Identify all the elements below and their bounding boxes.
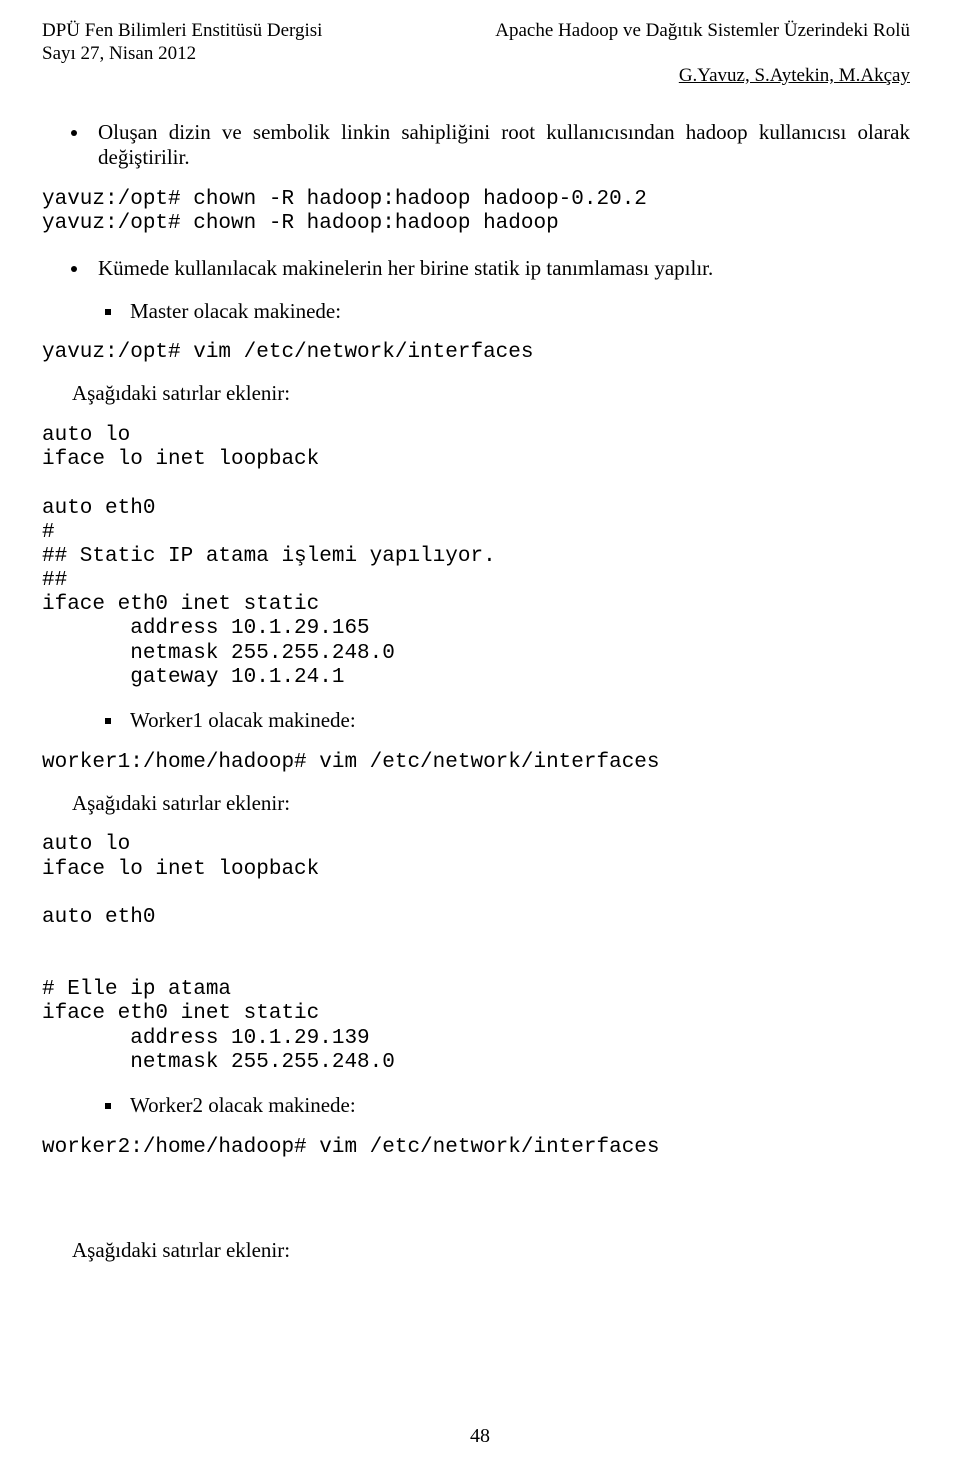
lines-added-label: Aşağıdaki satırlar eklenir: bbox=[72, 791, 910, 816]
header-right-line1: Apache Hadoop ve Dağıtık Sistemler Üzeri… bbox=[495, 20, 910, 43]
code-chown: yavuz:/opt# chown -R hadoop:hadoop hadoo… bbox=[42, 188, 910, 236]
code-master-cmd: yavuz:/opt# vim /etc/network/interfaces bbox=[42, 341, 910, 365]
header-left-line1: DPÜ Fen Bilimleri Enstitüsü Dergisi bbox=[42, 20, 322, 43]
code-worker1-block: auto lo iface lo inet loopback auto eth0… bbox=[42, 833, 910, 1074]
lines-added-label: Aşağıdaki satırlar eklenir: bbox=[72, 1238, 910, 1263]
header-right-line2: G.Yavuz, S.Aytekin, M.Akçay bbox=[679, 65, 910, 88]
code-worker2-cmd: worker2:/home/hadoop# vim /etc/network/i… bbox=[42, 1136, 910, 1160]
square-item-worker1: Worker1 olacak makinede: bbox=[124, 708, 910, 733]
lines-added-label: Aşağıdaki satırlar eklenir: bbox=[72, 381, 910, 406]
page-number: 48 bbox=[0, 1425, 960, 1448]
code-master-block: auto lo iface lo inet loopback auto eth0… bbox=[42, 424, 910, 690]
code-worker1-cmd: worker1:/home/hadoop# vim /etc/network/i… bbox=[42, 751, 910, 775]
page-body: Oluşan dizin ve sembolik linkin sahipliğ… bbox=[42, 100, 910, 1414]
bullet-item: Oluşan dizin ve sembolik linkin sahipliğ… bbox=[90, 120, 910, 170]
header-left-line2: Sayı 27, Nisan 2012 bbox=[42, 43, 196, 66]
square-item-master: Master olacak makinede: bbox=[124, 299, 910, 324]
bullet-item: Kümede kullanılacak makinelerin her biri… bbox=[90, 256, 910, 281]
square-item-worker2: Worker2 olacak makinede: bbox=[124, 1093, 910, 1118]
